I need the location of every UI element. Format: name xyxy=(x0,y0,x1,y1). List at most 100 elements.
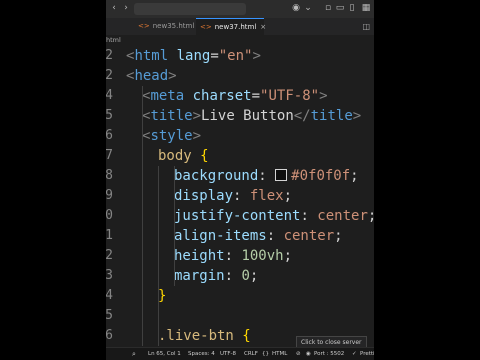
code-content: <title>Live Button</title> xyxy=(142,106,361,126)
layout-icon[interactable]: ▯ xyxy=(346,2,358,14)
attribute-name: lang xyxy=(176,48,211,64)
line-number: 4 xyxy=(106,288,113,303)
close-icon[interactable]: × xyxy=(260,23,266,31)
semicolon: ; xyxy=(334,228,343,244)
css-property: align-items xyxy=(174,228,267,244)
tag-name: title xyxy=(150,108,193,124)
braces-icon[interactable]: {} xyxy=(262,348,269,360)
tag-name: html xyxy=(134,48,169,64)
code-line[interactable]: 0 justify-content: center; xyxy=(106,206,374,226)
tag-name: style xyxy=(150,128,193,144)
css-property: background xyxy=(174,168,259,184)
bracket: > xyxy=(352,108,362,124)
indent-guide xyxy=(158,166,159,346)
semicolon: ; xyxy=(283,188,293,204)
code-content: <meta charset="UTF-8"> xyxy=(142,86,328,106)
css-value: 100vh xyxy=(241,248,284,264)
code-line[interactable]: 6 <style> xyxy=(106,126,374,146)
line-number: 5 xyxy=(106,308,113,323)
code-line[interactable]: 1 align-items: center; xyxy=(106,226,374,246)
tag-name: meta xyxy=(150,88,185,104)
tab-new37[interactable]: <> new37.html × xyxy=(196,18,266,35)
feedback-icon[interactable]: ⊘ xyxy=(296,348,301,360)
split-editor-icon[interactable]: ◫ xyxy=(362,18,370,35)
title-text: Live Button xyxy=(201,108,294,124)
css-value: center xyxy=(317,208,368,224)
copilot-icon[interactable]: ◉ xyxy=(290,2,302,14)
brace: { xyxy=(242,328,251,344)
line-number: 5 xyxy=(106,108,113,123)
command-center-search[interactable] xyxy=(134,3,246,15)
html-file-icon: <> xyxy=(200,23,212,31)
tab-new35[interactable]: <> new35.html xyxy=(134,18,196,35)
chevron-down-icon[interactable]: ⌄ xyxy=(302,2,314,14)
bracket: > xyxy=(319,88,328,104)
code-content: background: #0f0f0f; xyxy=(174,166,359,186)
breadcrumb-item[interactable]: html xyxy=(106,36,121,44)
css-value: #0f0f0f xyxy=(291,168,351,184)
colon: : xyxy=(266,228,284,244)
toggle-sidebar-icon[interactable]: ▫ xyxy=(322,2,334,14)
css-selector: .live-btn xyxy=(158,328,234,344)
semicolon: ; xyxy=(283,248,293,264)
code-content: } xyxy=(158,286,166,306)
cursor-position[interactable]: Ln 65, Col 1 xyxy=(148,348,181,360)
code-line[interactable]: 3 margin: 0; xyxy=(106,266,374,286)
colon: : xyxy=(233,188,250,204)
bracket: </ xyxy=(293,108,311,124)
code-content: align-items: center; xyxy=(174,226,343,246)
code-line[interactable]: 2 height: 100vh; xyxy=(106,246,374,266)
back-arrow-icon[interactable]: ‹ xyxy=(108,2,120,14)
line-number: 1 xyxy=(106,228,113,243)
code-line[interactable]: 4} xyxy=(106,286,374,306)
code-content: body { xyxy=(158,146,209,166)
code-line[interactable]: 4 <meta charset="UTF-8"> xyxy=(106,86,374,106)
equals: = xyxy=(210,48,219,64)
code-line[interactable]: 2 <head> xyxy=(106,66,374,86)
code-editor[interactable]: 2 <html lang="en"> 2 <head> 4 <meta charset="… xyxy=(106,46,374,346)
code-content: height: 100vh; xyxy=(174,246,292,266)
encoding[interactable]: UTF-8 xyxy=(220,348,236,360)
tab-label: new35.html xyxy=(152,22,195,30)
line-number: 2 xyxy=(106,68,113,83)
breadcrumb[interactable]: html xyxy=(106,35,121,45)
indent-guide xyxy=(174,166,175,286)
code-line[interactable]: 2 <html lang="en"> xyxy=(106,46,374,66)
css-property: display xyxy=(174,188,234,204)
code-line[interactable]: 9 display: flex; xyxy=(106,186,374,206)
broadcast-icon: ◉ xyxy=(306,351,311,357)
html-file-icon: <> xyxy=(138,22,150,30)
forward-arrow-icon[interactable]: › xyxy=(120,2,132,14)
line-ending[interactable]: CRLF xyxy=(244,348,258,360)
language-mode[interactable]: HTML xyxy=(272,348,287,360)
css-property: height xyxy=(174,248,225,264)
code-content: <style> xyxy=(142,126,201,146)
bracket: > xyxy=(168,68,177,84)
zoom-icon[interactable]: ⌕ xyxy=(132,348,136,360)
bracket: > xyxy=(252,48,261,64)
line-number: 6 xyxy=(106,328,113,343)
css-value: center xyxy=(283,228,335,244)
brace: } xyxy=(158,288,167,304)
customize-layout-icon[interactable]: ▦ xyxy=(360,2,372,14)
code-line[interactable]: 7 body { xyxy=(106,146,374,166)
bracket: > xyxy=(192,128,202,144)
indentation[interactable]: Spaces: 4 xyxy=(188,348,215,360)
code-content: display: flex; xyxy=(174,186,292,206)
semicolon: ; xyxy=(368,208,374,224)
live-server-port[interactable]: Port : 5502 xyxy=(314,348,344,360)
prettier-status[interactable]: Prettier xyxy=(360,348,374,360)
code-line[interactable]: 5 xyxy=(106,306,374,326)
css-value: flex xyxy=(249,188,284,204)
editor-tab-bar: <> new35.html <> new37.html × ◫ xyxy=(106,18,374,35)
code-line[interactable]: 5 <title>Live Button</title> xyxy=(106,106,374,126)
semicolon: ; xyxy=(249,268,259,284)
tag-name: head xyxy=(134,68,169,84)
code-line[interactable]: 8 background: #0f0f0f; xyxy=(106,166,374,186)
toggle-panel-icon[interactable]: ▭ xyxy=(334,2,346,14)
line-number: 9 xyxy=(106,188,113,203)
bracket: > xyxy=(192,108,202,124)
css-selector: body xyxy=(158,148,192,164)
